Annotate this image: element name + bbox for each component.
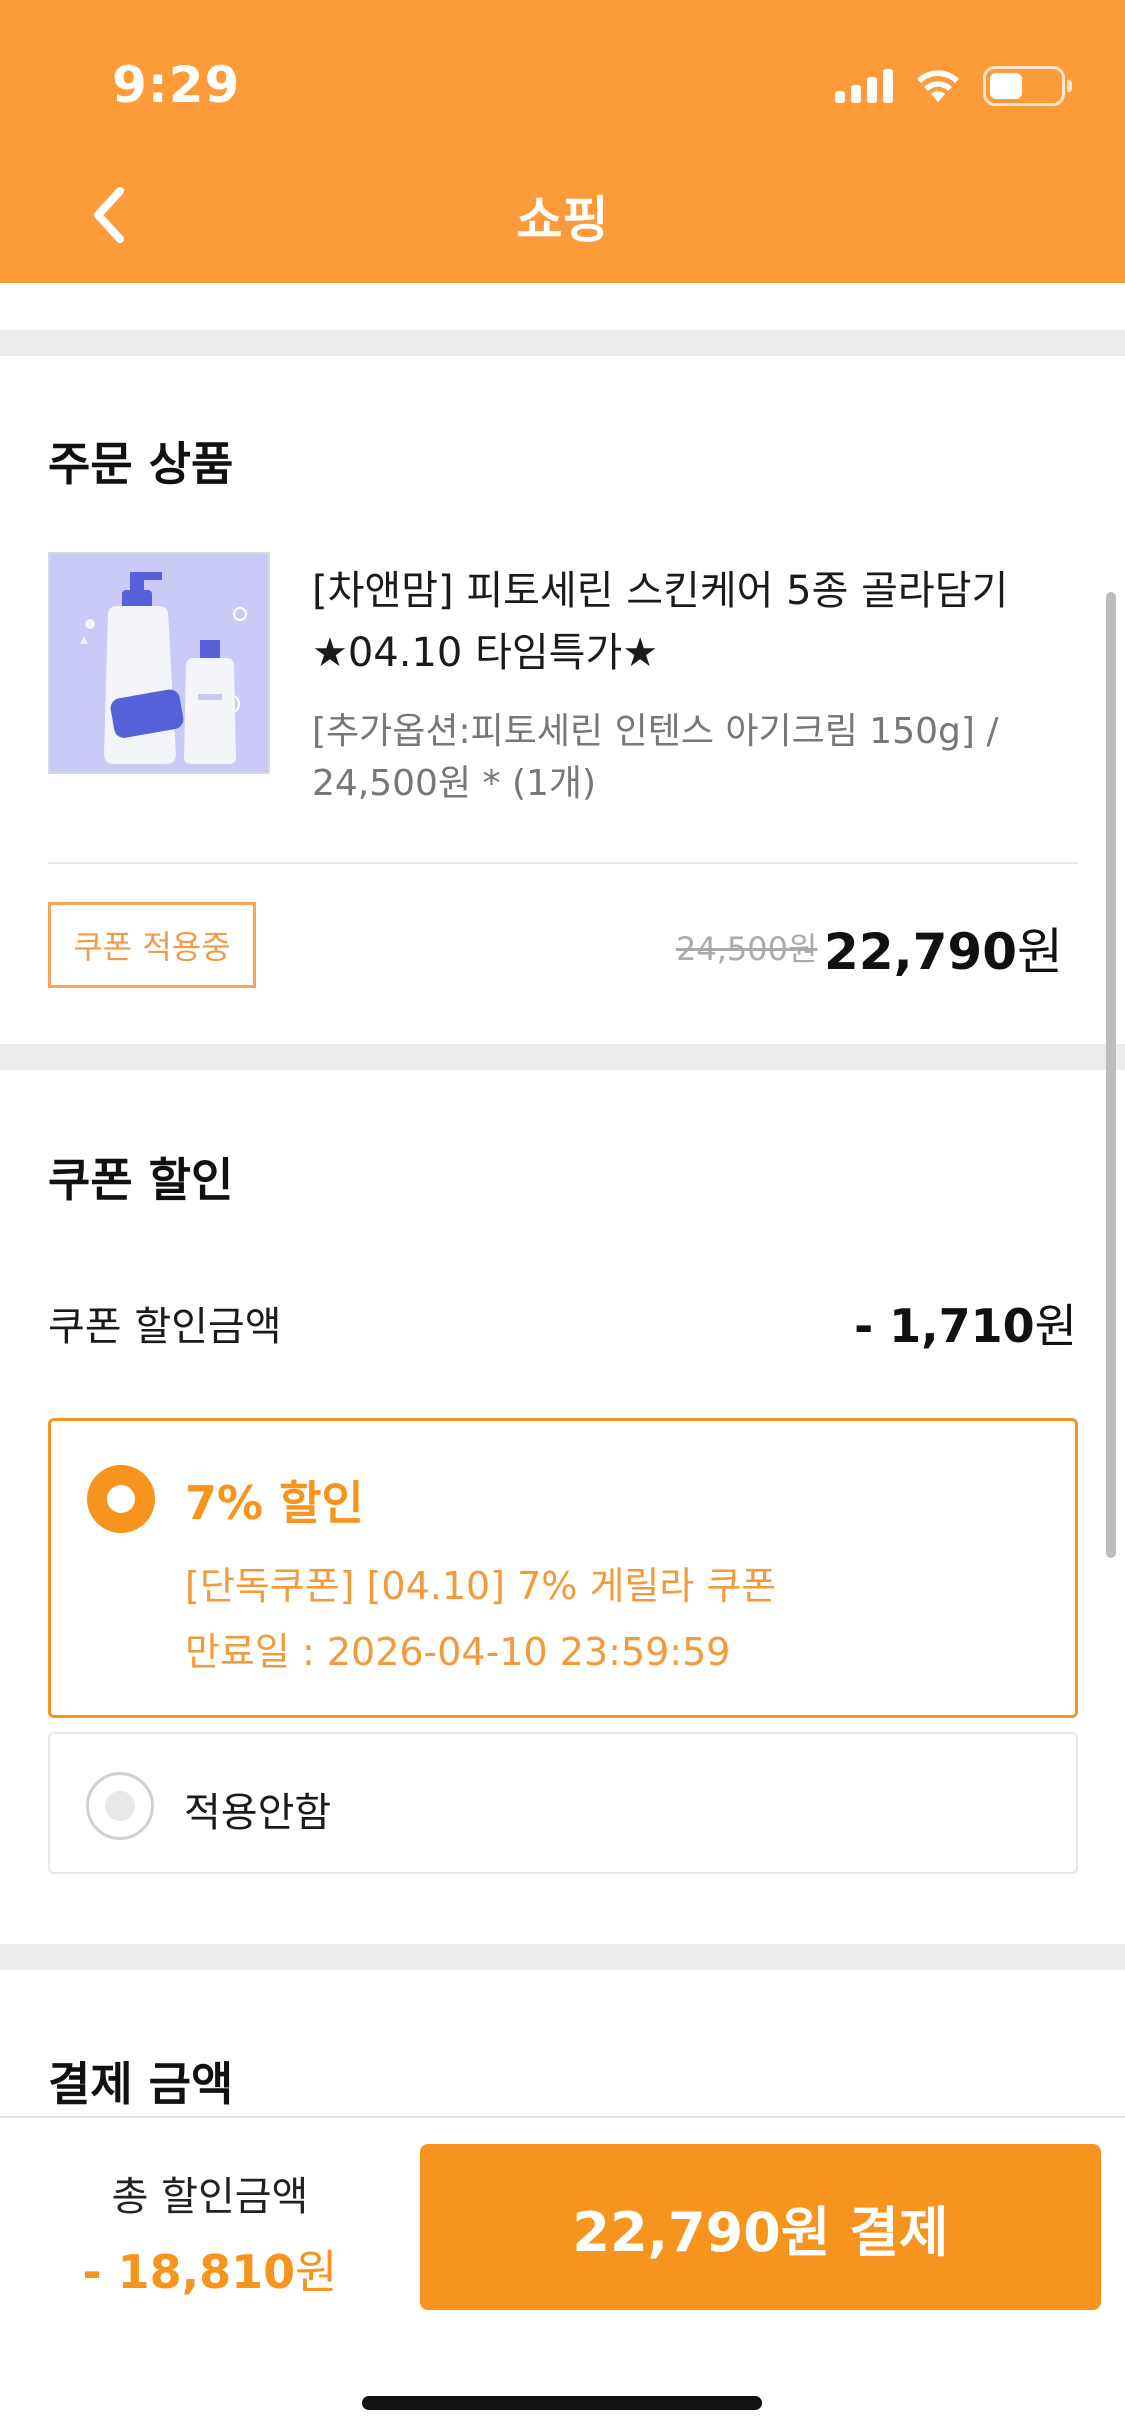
home-indicator[interactable] <box>362 2396 762 2410</box>
product-image <box>50 554 268 772</box>
product-option-line1: [추가옵션:피토세린 인텐스 아기크림 150g] / <box>312 711 999 752</box>
product-name[interactable]: [차앤맘] 피토세린 스킨케어 5종 골라담기 ★04.10 타임특가★ <box>312 560 1072 684</box>
final-price-unit: 원 <box>1017 923 1063 981</box>
product-thumbnail[interactable] <box>48 552 270 774</box>
coupon-option-name: [단독쿠폰] [04.10] 7% 게릴라 쿠폰 <box>185 1564 777 1608</box>
coupon-discount-unit: 원 <box>1034 1299 1077 1353</box>
page-title: 쇼핑 <box>516 191 609 249</box>
radio-selected-icon[interactable] <box>87 1465 155 1533</box>
status-icons <box>835 66 1072 106</box>
product-name-line2: ★04.10 타임특가★ <box>312 630 659 676</box>
coupon-option-none[interactable]: 적용안함 <box>48 1732 1078 1874</box>
status-time: 9:29 <box>112 56 241 114</box>
original-price: 24,500원 <box>676 930 818 968</box>
coupon-discount-value: - 1,710원 <box>854 1290 1077 1356</box>
section-divider <box>0 330 1125 356</box>
battery-icon <box>983 66 1072 106</box>
payment-section-title: 결제 금액 <box>48 2057 234 2111</box>
order-section-title: 주문 상품 <box>48 437 234 491</box>
coupon-option-7-percent[interactable]: 7% 할인 [단독쿠폰] [04.10] 7% 게릴라 쿠폰 만료일 : 202… <box>48 1418 1078 1718</box>
cellular-signal-icon <box>835 69 893 103</box>
product-option: [추가옵션:피토세린 인텐스 아기크림 150g] / 24,500원 * (1… <box>312 706 1072 810</box>
total-discount-value: - 18,810원 <box>0 2236 420 2302</box>
product-option-line2: 24,500원 * (1개) <box>312 763 597 804</box>
coupon-option-title: 7% 할인 <box>185 1476 364 1530</box>
coupon-option-expiry: 만료일 : 2026-04-10 23:59:59 <box>185 1630 731 1674</box>
final-price-number: 22,790 <box>824 923 1017 981</box>
divider <box>48 862 1078 864</box>
product-name-line1: [차앤맘] 피토세린 스킨케어 5종 골라담기 <box>312 568 1009 614</box>
coupon-option-none-label: 적용안함 <box>184 1790 332 1836</box>
coupon-discount-number: - 1,710 <box>854 1299 1035 1353</box>
pay-button[interactable]: 22,790원 결제 <box>420 2144 1101 2310</box>
total-discount-number: - 18,810 <box>82 2245 296 2299</box>
section-divider <box>0 1944 1125 1970</box>
total-discount-unit: 원 <box>295 2245 338 2299</box>
coupon-section-title: 쿠폰 할인 <box>48 1153 234 1207</box>
radio-unselected-icon[interactable] <box>86 1772 154 1840</box>
final-price: 22,790원 <box>824 912 1063 984</box>
top-header: 9:29 쇼핑 <box>0 0 1125 283</box>
total-discount-label: 총 할인금액 <box>111 2174 309 2220</box>
bottom-payment-bar: 총 할인금액 - 18,810원 22,790원 결제 <box>0 2116 1125 2436</box>
coupon-applied-badge: 쿠폰 적용중 <box>48 902 256 988</box>
coupon-discount-label: 쿠폰 할인금액 <box>48 1304 282 1350</box>
wifi-icon <box>917 70 959 102</box>
section-divider <box>0 1044 1125 1070</box>
scrollbar[interactable] <box>1106 592 1116 1558</box>
battery-level-fill <box>990 73 1022 99</box>
